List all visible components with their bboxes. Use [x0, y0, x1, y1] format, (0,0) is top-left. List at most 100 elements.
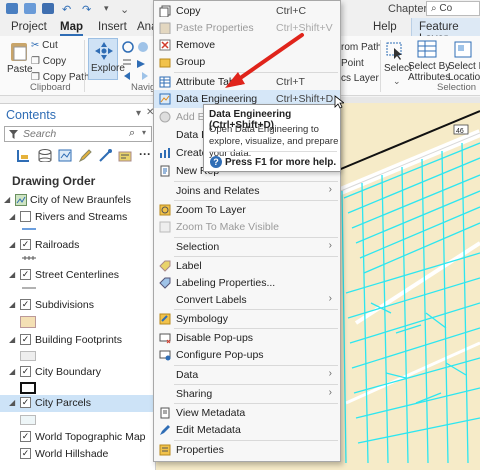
menu-item-edit-metadata[interactable]: Edit Metadata: [154, 421, 340, 439]
menu-item-view-metadata[interactable]: View Metadata: [154, 404, 340, 422]
menu-item-zoom-to-layer[interactable]: Zoom To Layer: [154, 201, 340, 219]
list-by-editing-icon[interactable]: [78, 149, 92, 162]
save-icon[interactable]: [42, 3, 54, 14]
ribbon-separator: [380, 40, 381, 92]
layer-checkbox[interactable]: [20, 211, 31, 222]
select-by-attributes-label-1: Select By: [408, 61, 451, 72]
copy-icon: [159, 5, 171, 17]
contents-search-input[interactable]: Search ⌕ ▾: [4, 126, 152, 142]
menu-item-label: Attribute Table: [176, 76, 243, 88]
map-icon: [15, 194, 27, 206]
menu-item-copy[interactable]: Copy Ctrl+C: [154, 2, 340, 20]
layer-row[interactable]: ✓ World Topographic Map: [0, 429, 155, 446]
collapse-icon[interactable]: ◢: [9, 270, 15, 279]
layer-checkbox[interactable]: ✓: [20, 448, 31, 459]
pane-menu-icon[interactable]: ▾: [136, 108, 141, 119]
dropdown-chevron-icon[interactable]: ⌄: [120, 3, 132, 16]
layer-name: City Boundary: [35, 366, 101, 378]
collapse-icon[interactable]: ◢: [4, 195, 10, 204]
layer-name: World Hillshade: [35, 448, 109, 460]
selection-group-label: Selection: [437, 82, 477, 93]
search-dropdown-icon[interactable]: ▾: [142, 128, 146, 137]
layer-row[interactable]: ◢ City of New Braunfels: [0, 192, 155, 209]
layer-row-selected[interactable]: ◢ ✓ City Parcels: [0, 395, 155, 412]
tab-insert[interactable]: Insert: [98, 21, 127, 33]
menu-item-attribute-table[interactable]: Attribute Table Ctrl+T: [154, 73, 340, 91]
menu-item-remove[interactable]: Remove: [154, 36, 340, 54]
layer-checkbox[interactable]: ✓: [20, 239, 31, 250]
menu-item-label-toggle[interactable]: Label: [154, 257, 340, 275]
add-data-from-path-button[interactable]: rom Path: [341, 42, 382, 53]
cut-button[interactable]: ✂ Cut: [31, 40, 58, 51]
paste-icon[interactable]: [8, 40, 30, 62]
command-search-input[interactable]: ⌕ Co: [426, 1, 480, 16]
popup-disable-icon: [159, 333, 171, 344]
layer-row[interactable]: ✓ World Hillshade: [0, 446, 155, 463]
railroad-symbol-icon: [22, 256, 36, 260]
menu-item-symbology[interactable]: Symbology: [154, 310, 340, 328]
copy-button[interactable]: ❐ Copy: [31, 56, 66, 67]
tab-map[interactable]: Map: [60, 21, 83, 36]
menu-item-properties[interactable]: Properties: [154, 441, 340, 459]
layer-checkbox[interactable]: ✓: [20, 366, 31, 377]
menu-item-label: Paste Properties: [176, 22, 254, 34]
explore-button[interactable]: Explore: [88, 38, 125, 80]
list-by-selection-icon[interactable]: [58, 149, 72, 162]
list-by-snapping-icon[interactable]: [98, 149, 112, 162]
more-icon[interactable]: ···: [139, 147, 151, 161]
xy-point-button[interactable]: Point: [341, 58, 364, 69]
collapse-icon[interactable]: ◢: [9, 300, 15, 309]
layer-checkbox[interactable]: ✓: [20, 269, 31, 280]
layer-row[interactable]: ◢ ✓ Railroads: [0, 237, 155, 254]
new-icon[interactable]: [24, 3, 36, 14]
redo-icon[interactable]: ↷: [82, 3, 94, 16]
navigate-tools-icon[interactable]: [121, 40, 151, 80]
parcels-layer: [341, 142, 480, 464]
customize-icon[interactable]: ▾: [104, 3, 116, 14]
tab-project[interactable]: Project: [11, 21, 47, 33]
list-by-labeling-icon[interactable]: [118, 149, 132, 162]
select-by-location-button[interactable]: Select ByLocation: [448, 61, 480, 83]
tab-feature-layer[interactable]: Feature Layer: [411, 18, 480, 45]
layer-row[interactable]: ◢ ✓ City Boundary: [0, 364, 155, 381]
collapse-icon[interactable]: ◢: [9, 367, 15, 376]
layer-row[interactable]: ◢ Rivers and Streams: [0, 209, 155, 226]
collapse-icon[interactable]: ◢: [9, 212, 15, 221]
menu-item-labeling-properties[interactable]: Labeling Properties...: [154, 274, 340, 292]
search-icon[interactable]: ⌕: [129, 127, 135, 140]
layer-checkbox[interactable]: ✓: [20, 334, 31, 345]
menu-item-convert-labels[interactable]: Convert Labels ›: [154, 291, 340, 309]
menu-item-sharing[interactable]: Sharing ›: [154, 385, 340, 403]
collapse-icon[interactable]: ◢: [9, 398, 15, 407]
list-by-drawing-order-icon[interactable]: [16, 149, 30, 162]
undo-icon[interactable]: ↶: [62, 3, 74, 16]
menu-item-zoom-to-make-visible[interactable]: Zoom To Make Visible: [154, 218, 340, 236]
layer-checkbox[interactable]: ✓: [20, 431, 31, 442]
menu-item-disable-popups[interactable]: Disable Pop-ups: [154, 329, 340, 347]
menu-item-paste-properties[interactable]: Paste Properties Ctrl+Shift+V: [154, 19, 340, 37]
tab-help[interactable]: Help: [373, 21, 397, 33]
layer-name: City Parcels: [35, 397, 92, 409]
select-by-attributes-button[interactable]: Select By Attributes: [408, 61, 450, 83]
zoom-layer-icon: [159, 204, 171, 216]
menu-item-data[interactable]: Data ›: [154, 366, 340, 384]
layer-checkbox[interactable]: ✓: [20, 397, 31, 408]
layer-checkbox[interactable]: ✓: [20, 299, 31, 310]
menu-item-label: Label: [176, 260, 202, 272]
paste-button[interactable]: Paste: [7, 64, 33, 75]
menu-item-selection[interactable]: Selection ›: [154, 238, 340, 256]
menu-item-group[interactable]: Group: [154, 53, 340, 71]
contents-title: Contents: [6, 108, 57, 122]
collapse-icon[interactable]: ◢: [9, 240, 15, 249]
list-by-source-icon[interactable]: [38, 149, 52, 162]
menu-item-joins-and-relates[interactable]: Joins and Relates ›: [154, 182, 340, 200]
layer-row[interactable]: ◢ ✓ Street Centerlines: [0, 267, 155, 284]
collapse-icon[interactable]: ◢: [9, 335, 15, 344]
graphics-layer-button[interactable]: cs Layer: [341, 73, 379, 84]
project-icon[interactable]: [6, 3, 18, 14]
select-dropdown-icon[interactable]: ⌄: [393, 76, 401, 87]
menu-item-configure-popups[interactable]: Configure Pop-ups: [154, 346, 340, 364]
layer-row[interactable]: ◢ ✓ Subdivisions: [0, 297, 155, 314]
layer-row[interactable]: ◢ ✓ Building Footprints: [0, 332, 155, 349]
layer-name: City of New Braunfels: [30, 194, 131, 206]
